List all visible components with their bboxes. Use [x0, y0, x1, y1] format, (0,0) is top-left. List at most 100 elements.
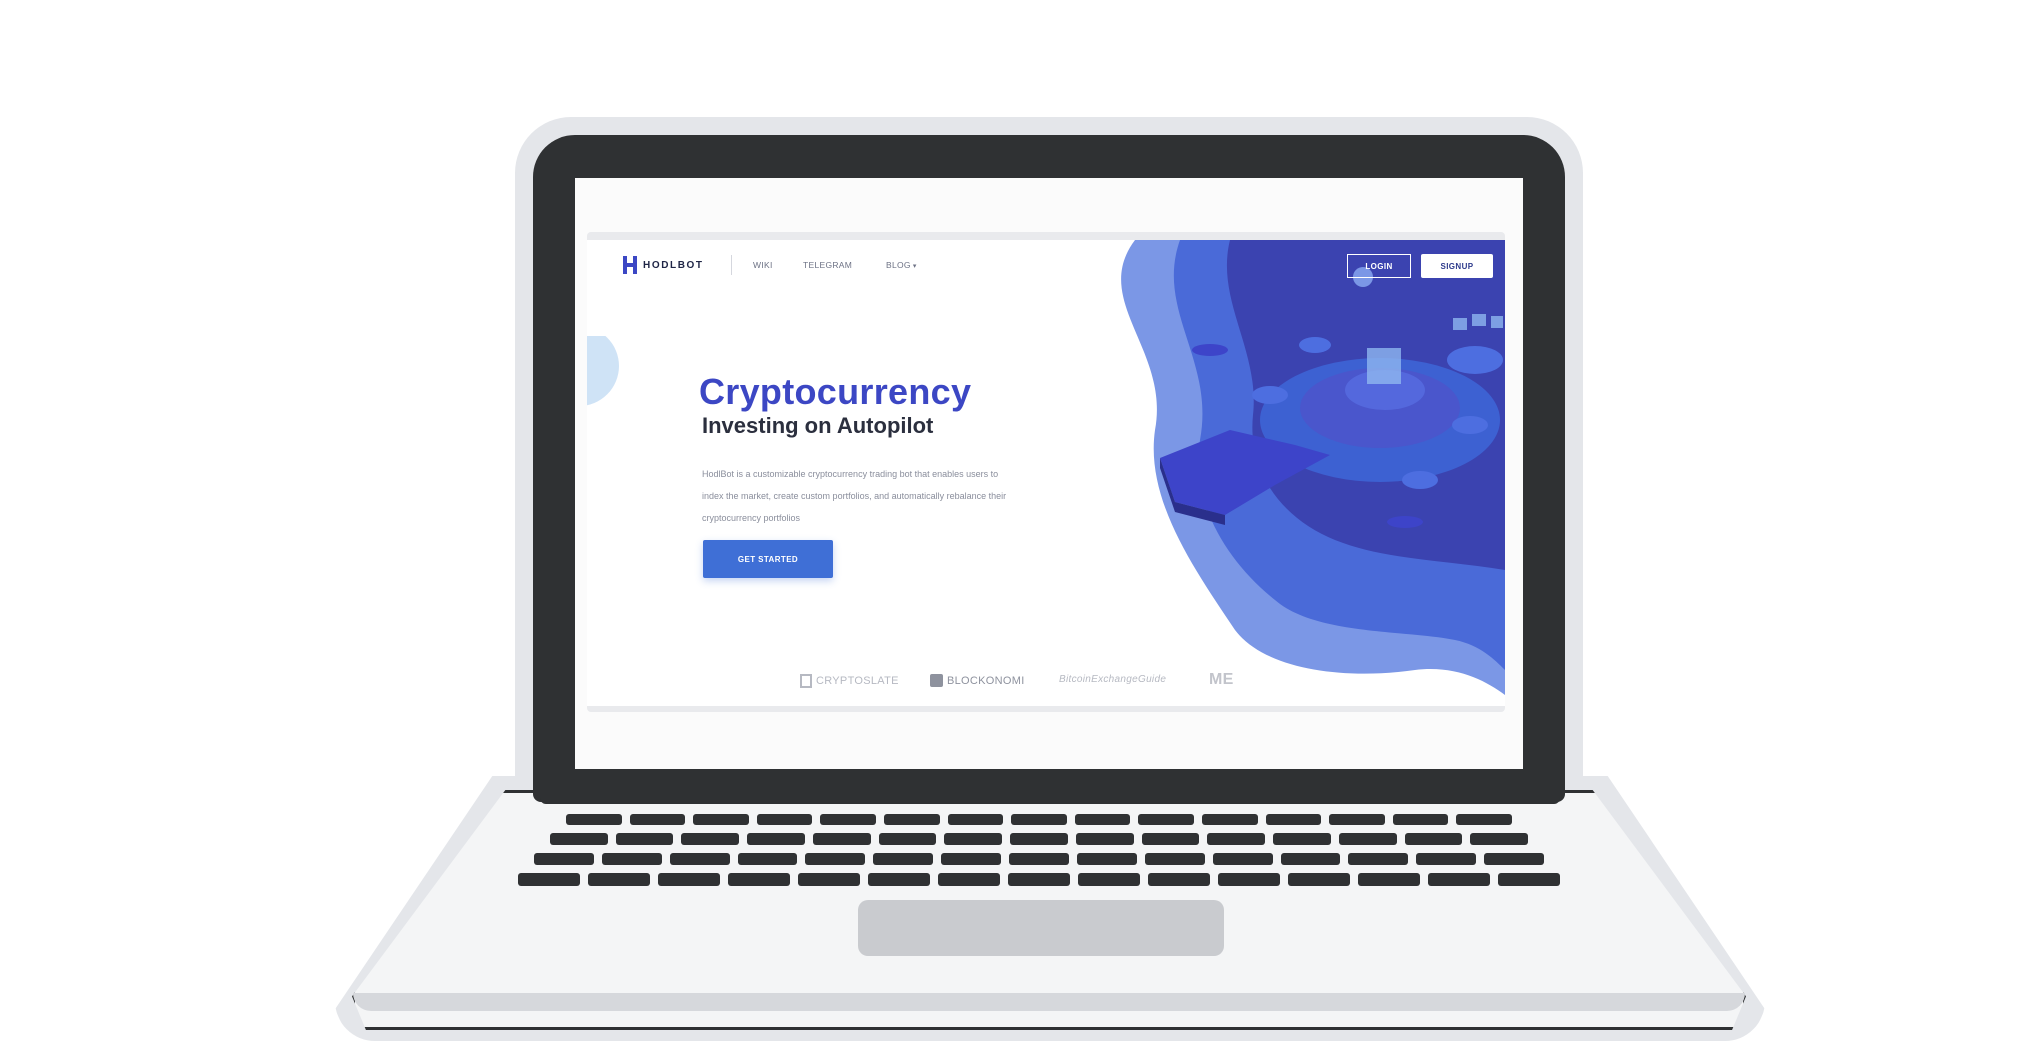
keyboard-key	[884, 814, 940, 825]
press-logo-me[interactable]: ME	[1209, 671, 1234, 689]
keyboard-key	[756, 814, 813, 825]
keyboard-key	[1212, 853, 1273, 865]
keyboard-key	[1348, 853, 1409, 865]
keyboard-key	[550, 833, 608, 845]
hero-subtitle: Investing on Autopilot	[702, 413, 934, 438]
chart-panel-3	[1491, 316, 1503, 328]
laptop-hinge	[540, 790, 1560, 804]
nav-link-blog[interactable]: BLOG ▾	[886, 260, 917, 270]
chart-panel-2	[1472, 314, 1486, 326]
keyboard-key	[1009, 853, 1069, 865]
keyboard-key	[693, 814, 749, 825]
keyboard-key	[1392, 814, 1449, 825]
hodlbot-h-logo-icon	[623, 256, 637, 274]
keyboard-key	[1470, 833, 1528, 845]
keyboard-key	[1416, 853, 1477, 865]
laptop-base-lip	[353, 993, 1745, 1011]
keyboard-key	[681, 833, 740, 845]
nav-divider	[731, 255, 732, 275]
keyboard-key	[1207, 833, 1266, 845]
get-started-button[interactable]: GET STARTED	[703, 540, 833, 578]
press-logo-cryptoslate[interactable]: CRYPTOSLATE	[800, 674, 899, 688]
node-4	[1402, 471, 1438, 489]
laptop-trackpad	[858, 900, 1224, 956]
keyboard-key	[658, 873, 720, 886]
keyboard-key	[1074, 814, 1131, 825]
signup-button[interactable]: SIGNUP	[1421, 254, 1493, 278]
keyboard-key	[868, 873, 930, 886]
keyboard-key	[812, 833, 871, 845]
keyboard-key	[798, 873, 860, 886]
hero-description: HodlBot is a customizable cryptocurrency…	[702, 469, 1007, 523]
keyboard-key	[1202, 814, 1258, 825]
keyboard-key	[1075, 833, 1134, 845]
keyboard-key	[873, 853, 934, 865]
keyboard-key	[629, 814, 686, 825]
keyboard-key	[1404, 833, 1463, 845]
drone-right	[1387, 516, 1423, 528]
keyboard-key	[1288, 873, 1350, 886]
navbar: HODLBOT WIKI TELEGRAM BLOG ▾ LOGIN SIGNUP	[587, 240, 1505, 290]
keyboard-key	[1280, 853, 1341, 865]
keyboard-key	[1078, 873, 1140, 886]
nav-link-wiki[interactable]: WIKI	[753, 260, 773, 270]
keyboard-key	[1010, 833, 1068, 845]
brand-name: HODLBOT	[643, 259, 704, 271]
keyboard-key	[1144, 853, 1205, 865]
keyboard-key	[534, 853, 594, 865]
keyboard-key	[1141, 833, 1200, 845]
keyboard-key	[588, 873, 650, 886]
node-1	[1252, 386, 1288, 404]
keyboard-key	[1273, 833, 1331, 845]
keyboard-key	[1138, 814, 1194, 825]
press-logos: CRYPTOSLATE BLOCKONOMI BitcoinExchangeGu…	[587, 668, 1505, 698]
press-logo-label: BLOCKONOMI	[947, 674, 1025, 687]
nav-link-telegram[interactable]: TELEGRAM	[803, 260, 852, 270]
keyboard-key	[1484, 853, 1544, 865]
keyboard-key	[1338, 833, 1397, 845]
laptop-mockup: HODLBOT WIKI TELEGRAM BLOG ▾ LOGIN SIGNUP…	[0, 0, 2039, 1044]
keyboard-key	[805, 853, 866, 865]
hero-title: Cryptocurrency	[699, 371, 972, 412]
node-3	[1452, 416, 1488, 434]
brand-logo[interactable]: HODLBOT	[623, 256, 704, 274]
keyboard-key	[1265, 814, 1322, 825]
core-screen	[1367, 348, 1401, 384]
blockonomi-icon	[930, 674, 943, 687]
keyboard-key	[820, 814, 876, 825]
keyboard-key	[1329, 814, 1385, 825]
keyboard-key	[944, 833, 1003, 845]
website: HODLBOT WIKI TELEGRAM BLOG ▾ LOGIN SIGNUP…	[587, 240, 1505, 706]
corner-decoration	[587, 336, 619, 406]
keyboard-key	[1358, 873, 1420, 886]
keyboard-key	[1011, 814, 1067, 825]
keyboard-key	[737, 853, 798, 865]
keyboard-key	[938, 873, 1000, 886]
keyboard-key	[1148, 873, 1210, 886]
node-2	[1299, 337, 1331, 353]
keyboard-key	[947, 814, 1004, 825]
keyboard-key	[601, 853, 662, 865]
cryptoslate-icon	[800, 674, 812, 688]
keyboard-key	[878, 833, 937, 845]
keyboard-key	[615, 833, 674, 845]
press-logo-bitcoinexchangeguide[interactable]: BitcoinExchangeGuide	[1059, 674, 1166, 685]
login-button[interactable]: LOGIN	[1347, 254, 1411, 278]
hero-illustration	[1121, 240, 1505, 695]
keyboard-key	[1498, 873, 1560, 886]
keyboard-key	[669, 853, 730, 865]
chart-panel-1	[1453, 318, 1467, 330]
laptop-screen: HODLBOT WIKI TELEGRAM BLOG ▾ LOGIN SIGNUP…	[575, 178, 1523, 769]
keyboard-key	[566, 814, 622, 825]
press-logo-label: BitcoinExchangeGuide	[1059, 674, 1167, 685]
keyboard-key	[1008, 873, 1070, 886]
keyboard-key	[1456, 814, 1512, 825]
caret-down-icon: ▾	[912, 263, 917, 270]
laptop-keyboard	[488, 800, 1598, 900]
press-logo-label: ME	[1209, 671, 1234, 688]
keyboard-key	[747, 833, 805, 845]
press-logo-blockonomi[interactable]: BLOCKONOMI	[930, 674, 1025, 687]
keyboard-key	[1076, 853, 1137, 865]
keyboard-key	[941, 853, 1002, 865]
keyboard-key	[728, 873, 790, 886]
